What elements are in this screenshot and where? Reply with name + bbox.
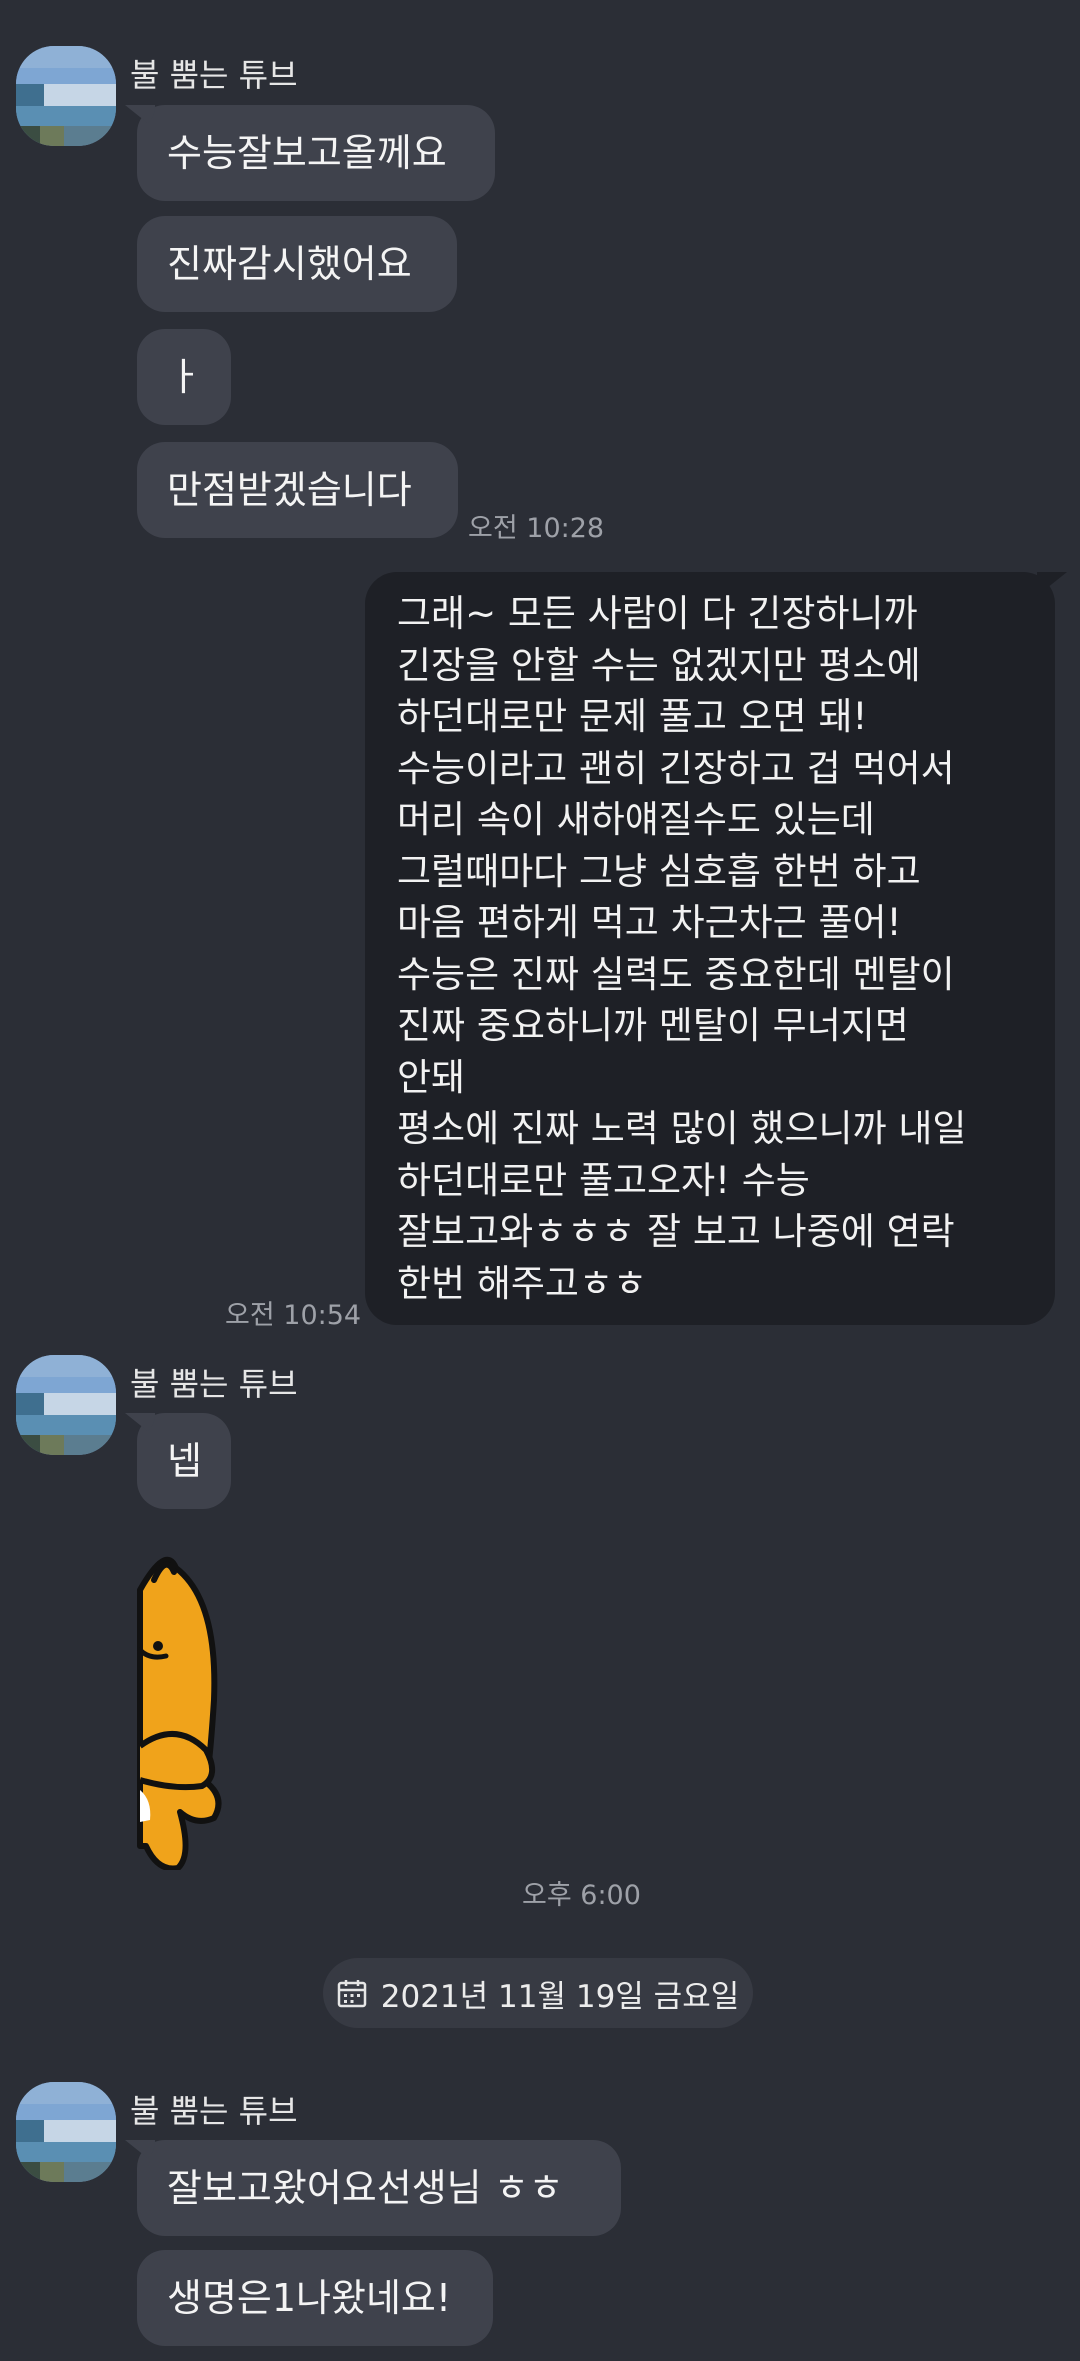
message-timestamp: 오후 6:00 [522,1880,641,1911]
sender-name: 불 뿜는 튜브 [130,56,298,94]
message-timestamp: 오전 10:54 [225,1300,362,1331]
message-bubble[interactable]: 수능잘보고올께요 [137,105,495,201]
message-line: 머리 속이 새하얘질수도 있는데 [397,798,875,841]
message-line: 수능이라고 괜히 긴장하고 겁 먹어서 [397,746,955,790]
message-line: 수능은 진짜 실력도 중요한데 멘탈이 [397,952,955,996]
message-line: 긴장을 안할 수는 없겠지만 평소에 [397,643,921,687]
pixelated-avatar-icon [16,46,116,146]
message-timestamp: 오전 10:28 [468,513,605,544]
message-line: 진짜 중요하니까 멘탈이 무너지면 [397,1004,909,1047]
message-line: 그럴때마다 그냥 심호흡 한번 하고 [397,849,921,893]
message-bubble[interactable]: 잘보고왔어요선생님 ㅎㅎ [137,2140,621,2236]
date-divider: 2021년 11월 19일 금요일 [323,1958,753,2028]
calendar-icon [337,1978,367,2008]
date-text: 2021년 11월 19일 금요일 [380,1978,740,2015]
message-line: 평소에 진짜 노력 많이 했으니까 내일 [397,1107,967,1150]
message-line: 하던대로만 문제 풀고 오면 돼! [397,695,868,738]
message-bubble[interactable]: ㅏ [137,329,231,425]
message-line: 하던대로만 풀고오자! 수능 [397,1158,810,1202]
sender-name: 불 뿜는 튜브 [130,2092,298,2130]
pixelated-avatar-icon [16,2082,116,2182]
contact-avatar[interactable] [16,2082,116,2182]
message-bubble[interactable]: 진짜감시했어요 [137,216,457,312]
ryan-peeking-sticker-icon[interactable] [136,1550,226,1874]
contact-avatar[interactable] [16,46,116,146]
message-line: 마음 편하게 먹고 차근차근 풀어! [397,901,902,944]
message-line: 잘보고와ㅎㅎㅎ 잘 보고 나중에 연락 [397,1210,955,1253]
outgoing-message-bubble[interactable]: 그래~ 모든 사람이 다 긴장하니까 긴장을 안할 수는 없겠지만 평소에 하던… [365,572,1055,1325]
message-bubble[interactable]: 만점받겠습니다 [137,442,458,538]
pixelated-avatar-icon [16,1355,116,1455]
sender-name: 불 뿜는 튜브 [130,1365,298,1403]
message-line: 한번 해주고ㅎㅎ [397,1261,648,1305]
message-bubble[interactable]: 넵 [137,1413,231,1509]
contact-avatar[interactable] [16,1355,116,1455]
message-line: 그래~ 모든 사람이 다 긴장하니까 [397,592,918,635]
message-bubble[interactable]: 생명은1나왔네요! [137,2250,493,2346]
message-line: 안돼 [397,1055,466,1099]
